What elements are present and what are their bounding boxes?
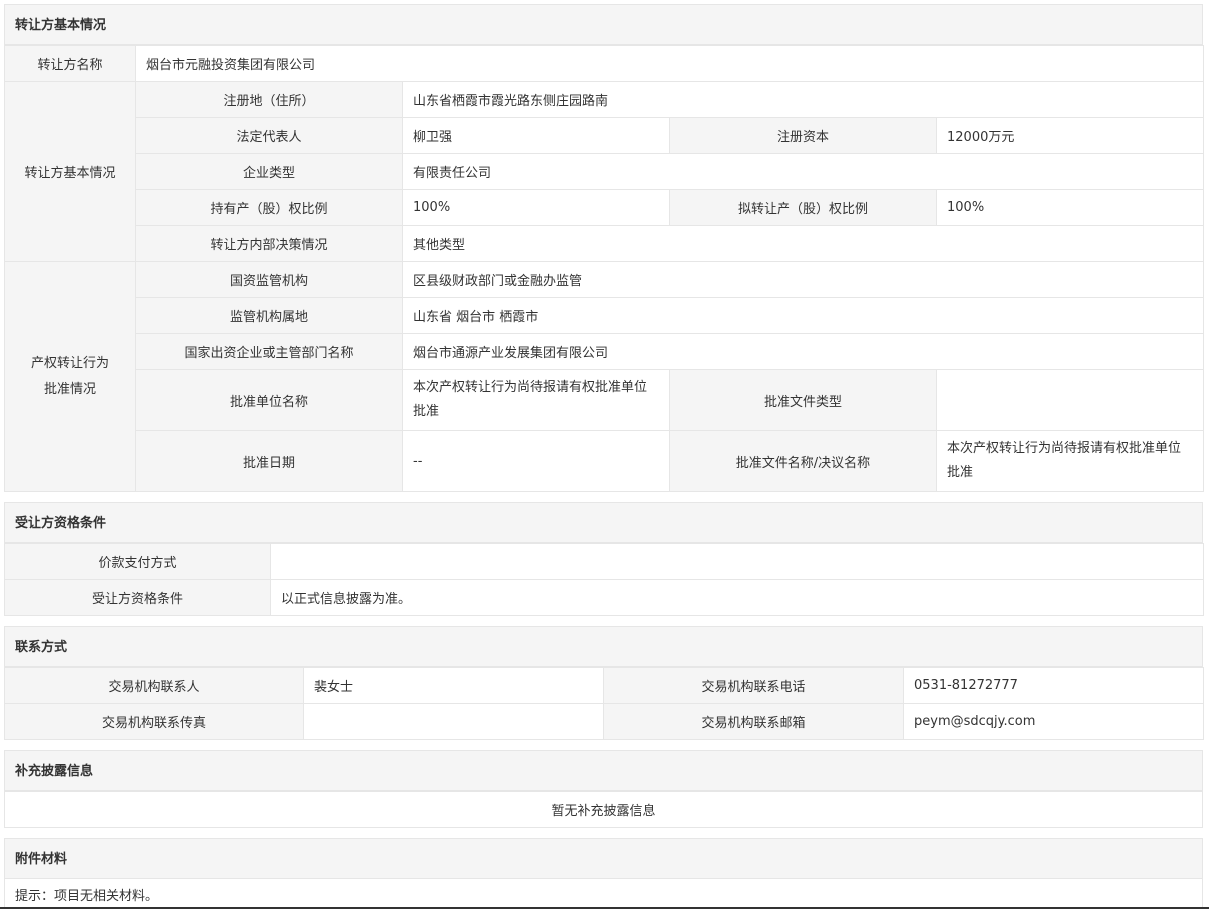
contact-email: peym@sdcqjy.com	[903, 703, 1204, 740]
transferor-section: 转让方基本情况 转让方名称 烟台市元融投资集团有限公司 转让方基本情况 注册地（…	[4, 4, 1205, 492]
contact-section: 联系方式 交易机构联系人 裴女士 交易机构联系电话 0531-81272777 …	[4, 626, 1204, 740]
approval-doc-type	[935, 369, 1205, 431]
contact-person: 裴女士	[303, 667, 604, 704]
group-label: 转让方基本情况	[4, 81, 136, 262]
field-label: 注册资本	[669, 117, 937, 154]
holding-ratio: 100%	[402, 189, 670, 226]
field-label: 企业类型	[135, 153, 403, 190]
supervisor: 区县级财政部门或金融办监管	[401, 261, 1205, 298]
payment-method	[270, 543, 1204, 580]
attachments-section: 附件材料 提示：项目无相关材料。	[4, 838, 1203, 907]
section-title: 补充披露信息	[4, 750, 1203, 791]
field-label: 国资监管机构	[135, 261, 403, 298]
legal-rep: 柳卫强	[402, 117, 670, 154]
decision: 其他类型	[401, 225, 1205, 262]
field-label: 交易机构联系传真	[4, 703, 304, 740]
field-label: 批准文件名称/决议名称	[669, 430, 937, 492]
qualification: 以正式信息披露为准。	[270, 579, 1204, 616]
field-label: 交易机构联系电话	[603, 667, 904, 704]
transferee-section: 受让方资格条件 价款支付方式 受让方资格条件 以正式信息披露为准。	[4, 502, 1204, 616]
field-label: 转让方名称	[4, 45, 136, 82]
field-label: 批准文件类型	[669, 369, 937, 431]
section-title: 联系方式	[4, 626, 1203, 667]
field-label: 价款支付方式	[4, 543, 271, 580]
transferor-table: 转让方名称 烟台市元融投资集团有限公司 转让方基本情况 注册地（住所） 山东省栖…	[4, 45, 1205, 492]
field-label: 国家出资企业或主管部门名称	[135, 333, 403, 370]
field-label: 交易机构联系邮箱	[603, 703, 904, 740]
attachments-note: 提示：项目无相关材料。	[4, 879, 1203, 907]
reg-capital: 12000万元	[935, 117, 1205, 154]
section-title: 受让方资格条件	[4, 502, 1203, 543]
approval-date: --	[402, 430, 670, 492]
section-title: 转让方基本情况	[4, 4, 1203, 45]
field-label: 法定代表人	[135, 117, 403, 154]
field-label: 受让方资格条件	[4, 579, 271, 616]
group-label-line: 产权转让行为	[30, 355, 109, 371]
supplement-table: 暂无补充披露信息	[4, 791, 1203, 828]
supervisor-location: 山东省 烟台市 栖霞市	[401, 297, 1205, 334]
supplement-content: 暂无补充披露信息	[4, 791, 1203, 828]
transferee-table: 价款支付方式 受让方资格条件 以正式信息披露为准。	[4, 543, 1204, 616]
transfer-ratio: 100%	[935, 189, 1205, 226]
field-label: 交易机构联系人	[4, 667, 304, 704]
group-label: 产权转让行为 批准情况	[4, 261, 136, 492]
reg-address: 山东省栖霞市霞光路东侧庄园路南	[401, 81, 1205, 118]
contact-fax	[303, 703, 604, 740]
supplement-section: 补充披露信息 暂无补充披露信息	[4, 750, 1203, 828]
field-label: 转让方内部决策情况	[135, 225, 403, 262]
field-label: 持有产（股）权比例	[135, 189, 403, 226]
section-title: 附件材料	[4, 838, 1203, 879]
approver: 本次产权转让行为尚待报请有权批准单位批准	[402, 369, 670, 431]
field-label: 监管机构属地	[135, 297, 403, 334]
field-label: 拟转让产（股）权比例	[669, 189, 937, 226]
field-label: 批准日期	[135, 430, 403, 492]
contact-table: 交易机构联系人 裴女士 交易机构联系电话 0531-81272777 交易机构联…	[4, 667, 1204, 740]
approval-doc-name: 本次产权转让行为尚待报请有权批准单位批准	[935, 430, 1205, 492]
transferor-name: 烟台市元融投资集团有限公司	[134, 45, 1205, 82]
investor: 烟台市通源产业发展集团有限公司	[401, 333, 1205, 370]
field-label: 注册地（住所）	[135, 81, 403, 118]
field-label: 批准单位名称	[135, 369, 403, 431]
contact-phone: 0531-81272777	[903, 667, 1204, 704]
group-label-line: 批准情况	[43, 381, 96, 397]
company-type: 有限责任公司	[401, 153, 1205, 190]
